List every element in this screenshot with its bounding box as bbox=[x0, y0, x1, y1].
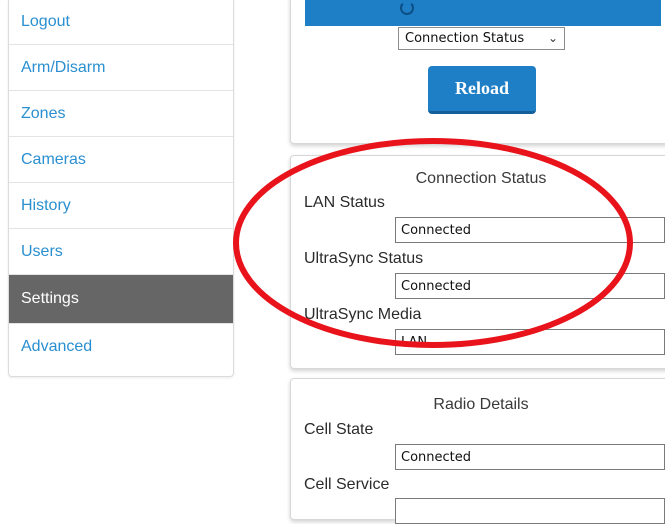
lan-status-label: LAN Status bbox=[304, 194, 385, 211]
sidebar: Logout Arm/Disarm Zones Cameras History … bbox=[8, 0, 234, 377]
cell-service-field bbox=[395, 498, 665, 524]
sidebar-item-history[interactable]: History bbox=[9, 183, 233, 229]
connection-status-title: Connection Status bbox=[415, 170, 547, 187]
radio-details-panel: Radio Details Cell State Connected Cell … bbox=[290, 378, 665, 524]
cell-state-field: Connected bbox=[395, 444, 665, 470]
ultrasync-status-field: Connected bbox=[395, 273, 665, 299]
status-type-select-value: Connection Status bbox=[405, 31, 525, 46]
cell-service-label: Cell Service bbox=[304, 476, 390, 493]
ultrasync-media-label: UltraSync Media bbox=[304, 306, 422, 323]
sidebar-item-settings[interactable]: Settings bbox=[9, 275, 233, 324]
status-selector-panel: Connection Status ⌄ Reload bbox=[290, 0, 665, 144]
sidebar-item-zones[interactable]: Zones bbox=[9, 91, 233, 137]
sidebar-item-arm-disarm[interactable]: Arm/Disarm bbox=[9, 45, 233, 91]
ultrasync-status-label: UltraSync Status bbox=[304, 250, 424, 267]
sidebar-item-cameras[interactable]: Cameras bbox=[9, 137, 233, 183]
loading-icon bbox=[400, 1, 414, 15]
radio-details-title: Radio Details bbox=[433, 396, 529, 413]
lan-status-field: Connected bbox=[395, 217, 665, 243]
chevron-down-icon: ⌄ bbox=[547, 31, 558, 45]
ultrasync-media-field: LAN bbox=[395, 329, 665, 355]
cell-state-label: Cell State bbox=[304, 421, 374, 438]
connection-status-panel: Connection Status LAN Status Connected U… bbox=[290, 155, 665, 369]
reload-button[interactable]: Reload bbox=[428, 66, 536, 114]
sidebar-item-advanced[interactable]: Advanced bbox=[9, 324, 233, 370]
header-bar bbox=[305, 0, 661, 26]
status-type-select[interactable]: Connection Status ⌄ bbox=[398, 27, 565, 50]
sidebar-item-logout[interactable]: Logout bbox=[9, 0, 233, 45]
sidebar-item-users[interactable]: Users bbox=[9, 229, 233, 275]
